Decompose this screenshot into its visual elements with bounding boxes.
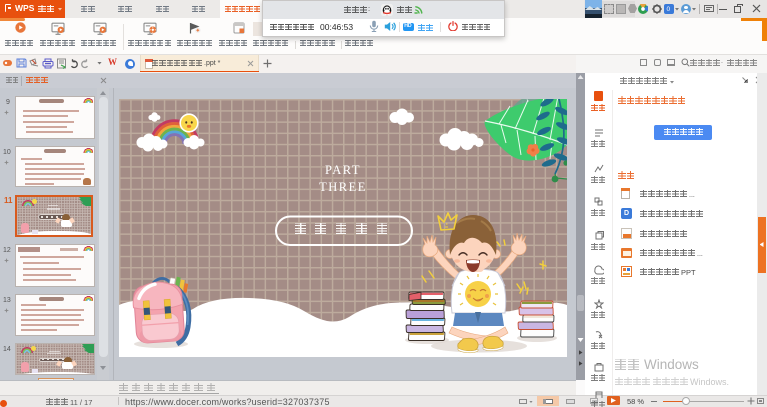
svg-text:PART: PART: [325, 163, 361, 177]
svg-text:THREE: THREE: [319, 180, 367, 194]
